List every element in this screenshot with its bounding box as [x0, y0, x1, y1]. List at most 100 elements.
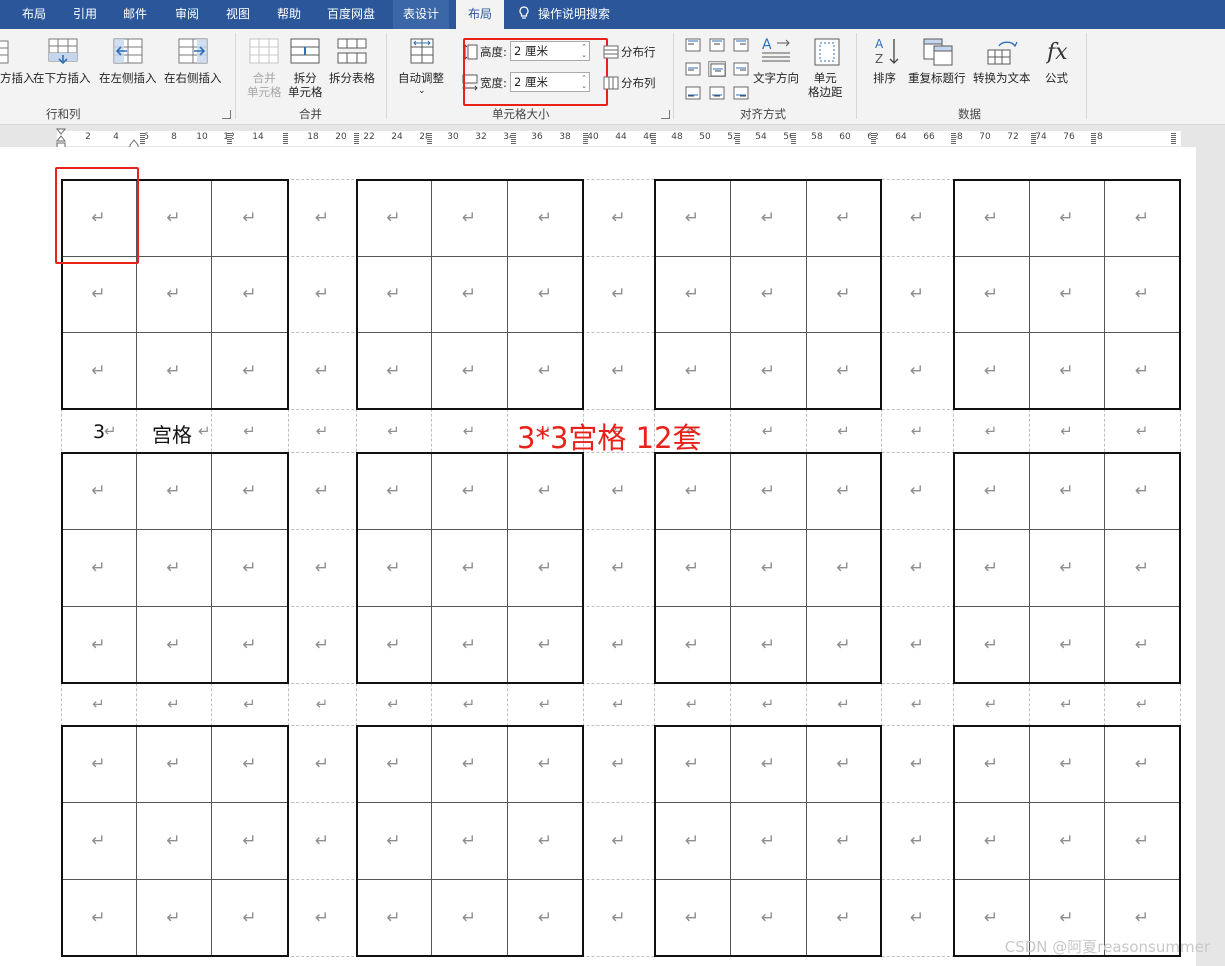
tab-review[interactable]: 审阅 — [175, 0, 199, 29]
table-cell[interactable]: ↵ — [1029, 179, 1104, 256]
tab-table-layout[interactable]: 布局 — [456, 0, 505, 30]
table-cell[interactable]: ↵ — [507, 725, 583, 802]
table-cell[interactable]: ↵ — [881, 179, 953, 256]
insert-left-icon[interactable] — [113, 38, 145, 70]
ruler-column-marker-icon[interactable] — [791, 132, 796, 144]
table-cell[interactable]: ↵ — [881, 452, 953, 529]
table-cell[interactable]: ↵ — [136, 332, 211, 409]
table-cell[interactable]: ↵ — [583, 452, 654, 529]
tab-references[interactable]: 引用 — [73, 0, 97, 29]
table-cell[interactable]: ↵ — [881, 879, 953, 956]
table-cell[interactable]: ↵ — [654, 332, 730, 409]
tab-table-design[interactable]: 表设计 — [393, 0, 450, 29]
table-cell[interactable]: ↵ — [507, 802, 583, 879]
align-cell-icon[interactable] — [708, 37, 726, 53]
table-cell[interactable]: ↵ — [1104, 409, 1180, 452]
table-cell[interactable]: ↵ — [211, 606, 288, 683]
table-cell[interactable]: ↵ — [288, 879, 356, 956]
table-cell[interactable]: ↵ — [953, 452, 1029, 529]
table-cell[interactable]: ↵ — [211, 452, 288, 529]
table-cell[interactable]: ↵ — [881, 256, 953, 332]
table-cell[interactable]: ↵ — [654, 529, 730, 606]
ruler-column-marker-icon[interactable] — [1171, 132, 1176, 144]
tab-layout-page[interactable]: 布局 — [22, 0, 46, 29]
table-cell[interactable]: ↵ — [583, 725, 654, 802]
table-cell[interactable]: ↵ — [583, 529, 654, 606]
autofit-dropdown-icon[interactable]: ⌄ — [418, 84, 426, 98]
table-cell[interactable]: ↵ — [211, 725, 288, 802]
table-cell[interactable]: ↵ — [356, 725, 431, 802]
table-cell[interactable]: ↵ — [953, 802, 1029, 879]
table-cell[interactable]: ↵ — [1104, 452, 1180, 529]
table-cell[interactable]: ↵ — [356, 452, 431, 529]
table-cell[interactable]: ↵ — [881, 725, 953, 802]
autofit-button[interactable]: 自动调整 — [398, 71, 444, 85]
autofit-icon[interactable] — [410, 38, 434, 70]
ruler-column-marker-icon[interactable] — [354, 132, 359, 144]
tell-me-search[interactable]: 操作说明搜索 — [518, 0, 610, 29]
table-cell[interactable]: ↵ — [654, 179, 730, 256]
table-cell[interactable]: ↵ — [431, 529, 507, 606]
table-cell[interactable]: ↵ — [211, 332, 288, 409]
align-cell-icon[interactable] — [708, 85, 726, 101]
split-table-icon[interactable] — [337, 38, 367, 70]
tab-help[interactable]: 帮助 — [277, 0, 301, 29]
table-cell[interactable]: ↵ — [136, 683, 211, 725]
insert-above-icon[interactable] — [0, 39, 10, 69]
table-cell[interactable]: ↵ — [1104, 606, 1180, 683]
table-cell[interactable]: ↵ — [61, 683, 136, 725]
table-cell[interactable]: ↵ — [1029, 529, 1104, 606]
table-cell[interactable]: ↵ — [431, 879, 507, 956]
split-cells-button[interactable]: 拆分 单元格 — [288, 71, 323, 99]
table-cell[interactable]: ↵ — [1029, 802, 1104, 879]
table-cell[interactable]: ↵ — [730, 409, 806, 452]
table-cell[interactable]: ↵ — [1104, 256, 1180, 332]
split-cells-icon[interactable] — [290, 38, 320, 70]
insert-right-button[interactable]: 在右侧插入 — [164, 71, 222, 85]
table-cell[interactable]: ↵ — [730, 179, 806, 256]
table-cell[interactable]: ↵ — [507, 529, 583, 606]
table-cell[interactable]: ↵ — [1029, 606, 1104, 683]
table-cell[interactable]: ↵ — [1104, 529, 1180, 606]
insert-right-icon[interactable] — [178, 38, 210, 70]
table-cell[interactable]: ↵ — [431, 802, 507, 879]
table-cell[interactable]: ↵ — [61, 606, 136, 683]
table-cell[interactable]: ↵ — [211, 683, 288, 725]
ruler-column-marker-icon[interactable] — [651, 132, 656, 144]
table-cell[interactable]: ↵ — [211, 409, 288, 452]
convert-to-text-button[interactable]: 转换为文本 — [973, 71, 1031, 85]
table-cell[interactable]: ↵ — [431, 409, 507, 452]
table-cell[interactable]: ↵ — [211, 179, 288, 256]
table-cell[interactable]: ↵ — [288, 529, 356, 606]
table-cell[interactable]: ↵ — [288, 606, 356, 683]
table-cell[interactable]: ↵ — [881, 802, 953, 879]
table-cell[interactable]: ↵ — [806, 452, 881, 529]
table-cell[interactable]: ↵ — [1029, 725, 1104, 802]
table-cell[interactable]: ↵ — [1029, 409, 1104, 452]
table-cell[interactable]: ↵ — [431, 179, 507, 256]
ruler-column-marker-icon[interactable] — [511, 132, 516, 144]
table-cell[interactable]: ↵ — [136, 452, 211, 529]
table-cell[interactable]: ↵ — [730, 332, 806, 409]
rows-cols-launcher-icon[interactable] — [222, 110, 231, 119]
distribute-cols-button[interactable]: 分布列 — [621, 76, 656, 90]
table-cell[interactable]: ↵ — [431, 606, 507, 683]
table-cell[interactable]: ↵ — [654, 802, 730, 879]
text-direction-button[interactable]: 文字方向 — [753, 71, 799, 85]
cell-margins-button[interactable]: 单元 格边距 — [808, 71, 843, 99]
table-cell[interactable]: ↵ — [288, 683, 356, 725]
tab-baidu-netdisk[interactable]: 百度网盘 — [327, 0, 375, 29]
table-cell[interactable]: ↵ — [806, 879, 881, 956]
table-cell[interactable]: ↵ — [730, 606, 806, 683]
table-cell[interactable]: ↵ — [953, 683, 1029, 725]
table-cell[interactable]: ↵ — [61, 332, 136, 409]
ruler-column-marker-icon[interactable] — [427, 132, 432, 144]
table-cell[interactable]: ↵ — [136, 879, 211, 956]
convert-to-text-icon[interactable] — [987, 38, 1019, 70]
table-cell[interactable]: ↵ — [730, 879, 806, 956]
table-cell[interactable]: ↵ — [507, 452, 583, 529]
table-cell[interactable]: ↵ — [288, 256, 356, 332]
table-cell[interactable]: ↵ — [431, 725, 507, 802]
table-cell[interactable]: ↵ — [1029, 332, 1104, 409]
align-cell-icon[interactable] — [732, 61, 750, 77]
